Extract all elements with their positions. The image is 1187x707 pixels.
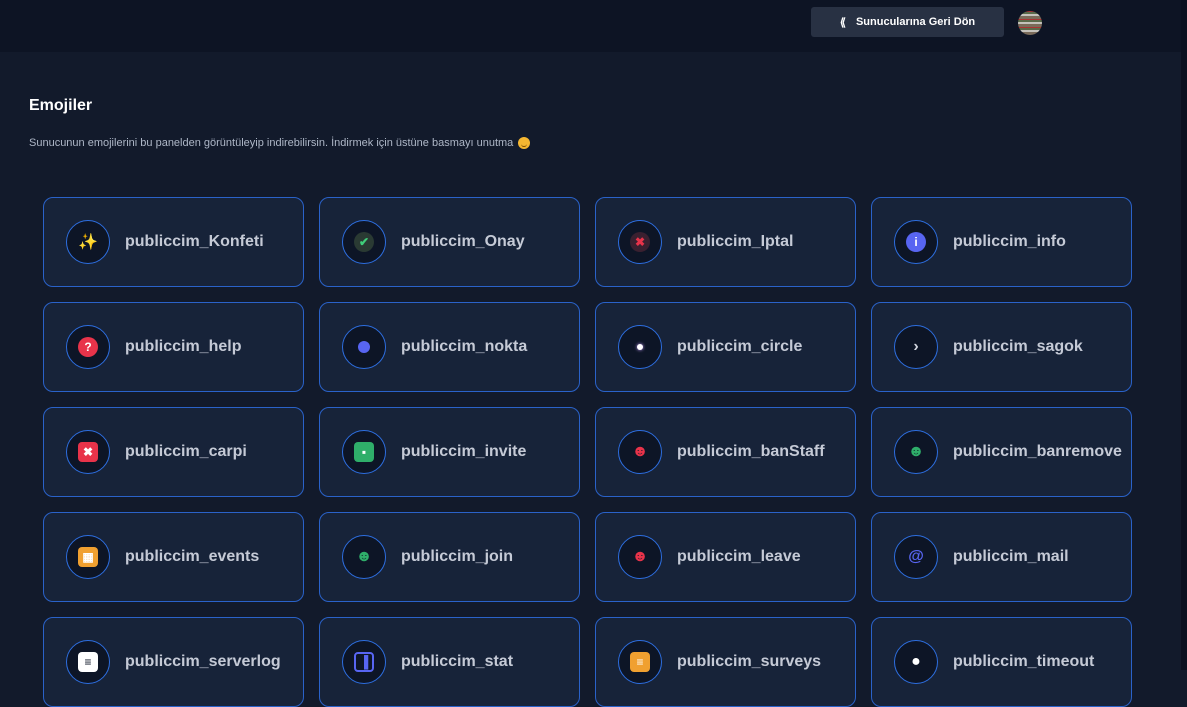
emoji-card[interactable]: ☻ publiccim_leave — [595, 512, 856, 602]
emoji-card[interactable]: ☻ publiccim_banStaff — [595, 407, 856, 497]
cross-icon: ✖ — [630, 232, 650, 252]
emoji-name: publiccim_circle — [677, 338, 803, 355]
emoji-card[interactable]: ☻ publiccim_banremove — [871, 407, 1132, 497]
stat-icon: ▐ — [354, 652, 374, 672]
emoji-icon-ring: ≡ — [618, 640, 662, 684]
emoji-icon-ring: ▪ — [342, 430, 386, 474]
emoji-name: publiccim_mail — [953, 548, 1069, 565]
emoji-card[interactable]: ✖ publiccim_Iptal — [595, 197, 856, 287]
emoji-icon-ring: ☻ — [618, 535, 662, 579]
emoji-name: publiccim_sagok — [953, 338, 1083, 355]
scrollbar[interactable] — [1181, 0, 1187, 670]
page-description-text: Sunucunun emojilerini bu panelden görünt… — [29, 137, 514, 149]
emoji-name: publiccim_surveys — [677, 653, 822, 670]
emoji-icon-ring: ≡ — [66, 640, 110, 684]
emoji-name: publiccim_Onay — [401, 233, 525, 250]
emoji-name: publiccim_Iptal — [677, 233, 794, 250]
emoji-card[interactable]: ☻ publiccim_join — [319, 512, 580, 602]
emoji-icon-ring: ▐ — [342, 640, 386, 684]
emoji-name: publiccim_leave — [677, 548, 801, 565]
user-join-icon: ☻ — [355, 548, 373, 565]
confetti-icon: ✨ — [78, 234, 98, 251]
right-arrow-icon: › — [913, 338, 919, 355]
emoji-name: publiccim_banStaff — [677, 443, 825, 460]
emoji-name: publiccim_banremove — [953, 443, 1122, 460]
user-timeout-icon: ● — [911, 653, 921, 670]
emoji-icon-ring — [342, 325, 386, 369]
emoji-icon-ring: ☻ — [894, 430, 938, 474]
emoji-card[interactable]: @ publiccim_mail — [871, 512, 1132, 602]
emoji-card[interactable]: ▪ publiccim_invite — [319, 407, 580, 497]
emoji-name: publiccim_stat — [401, 653, 514, 670]
emoji-icon-ring: i — [894, 220, 938, 264]
emoji-name: publiccim_events — [125, 548, 260, 565]
dot-icon — [358, 341, 370, 353]
smile-emoji-icon — [518, 137, 531, 149]
emoji-card[interactable]: › publiccim_sagok — [871, 302, 1132, 392]
emoji-icon-ring: ✖ — [618, 220, 662, 264]
emoji-icon-ring: ✨ — [66, 220, 110, 264]
emoji-card[interactable]: ● publiccim_timeout — [871, 617, 1132, 707]
emoji-name: publiccim_info — [953, 233, 1066, 250]
double-chevron-left-icon: ⟪ — [839, 16, 846, 29]
emoji-card[interactable]: ✖ publiccim_carpi — [43, 407, 304, 497]
emoji-icon-ring: ● — [894, 640, 938, 684]
checkmark-icon: ✔ — [354, 232, 374, 252]
back-button-label: Sunucularına Geri Dön — [855, 16, 976, 28]
emoji-icon-ring: ? — [66, 325, 110, 369]
user-unban-icon: ☻ — [907, 443, 925, 460]
emoji-name: publiccim_help — [125, 338, 242, 355]
emoji-name: publiccim_carpi — [125, 443, 247, 460]
emoji-card[interactable]: ▦ publiccim_events — [43, 512, 304, 602]
back-to-servers-button[interactable]: ⟪ Sunucularına Geri Dön — [811, 7, 1004, 37]
avatar[interactable] — [1018, 11, 1042, 35]
x-square-icon: ✖ — [78, 442, 98, 462]
help-icon: ? — [78, 337, 98, 357]
emoji-icon-ring: ☻ — [342, 535, 386, 579]
info-icon: i — [906, 232, 926, 252]
emoji-grid: ✨ publiccim_Konfeti ✔ publiccim_Onay ✖ public… — [43, 197, 1132, 707]
emoji-card[interactable]: ✔ publiccim_Onay — [319, 197, 580, 287]
log-icon: ≡ — [78, 652, 98, 672]
page-title: Emojiler — [29, 97, 93, 114]
emoji-card[interactable]: ? publiccim_help — [43, 302, 304, 392]
at-sign-icon: @ — [908, 548, 924, 565]
emoji-card[interactable]: publiccim_nokta — [319, 302, 580, 392]
emoji-card[interactable]: ✨ publiccim_Konfeti — [43, 197, 304, 287]
emoji-card[interactable]: publiccim_circle — [595, 302, 856, 392]
calendar-icon: ▦ — [78, 547, 98, 567]
emoji-icon-ring: ✖ — [66, 430, 110, 474]
emoji-card[interactable]: ▐ publiccim_stat — [319, 617, 580, 707]
emoji-icon-ring: @ — [894, 535, 938, 579]
survey-icon: ≡ — [630, 652, 650, 672]
emoji-card[interactable]: ≡ publiccim_serverlog — [43, 617, 304, 707]
emoji-icon-ring — [618, 325, 662, 369]
emoji-name: publiccim_Konfeti — [125, 233, 264, 250]
emoji-icon-ring: › — [894, 325, 938, 369]
top-bar: ⟪ Sunucularına Geri Dön — [0, 0, 1181, 52]
emoji-name: publiccim_nokta — [401, 338, 528, 355]
page-description: Sunucunun emojilerini bu panelden görünt… — [29, 137, 531, 149]
emoji-name: publiccim_join — [401, 548, 514, 565]
emoji-name: publiccim_timeout — [953, 653, 1095, 670]
emoji-name: publiccim_invite — [401, 443, 527, 460]
emoji-card[interactable]: i publiccim_info — [871, 197, 1132, 287]
emoji-icon-ring: ▦ — [66, 535, 110, 579]
user-ban-icon: ☻ — [631, 443, 649, 460]
small-circle-icon — [637, 344, 643, 350]
emoji-card[interactable]: ≡ publiccim_surveys — [595, 617, 856, 707]
invite-icon: ▪ — [354, 442, 374, 462]
emoji-icon-ring: ☻ — [618, 430, 662, 474]
emoji-icon-ring: ✔ — [342, 220, 386, 264]
user-leave-icon: ☻ — [631, 548, 649, 565]
emoji-name: publiccim_serverlog — [125, 653, 281, 670]
